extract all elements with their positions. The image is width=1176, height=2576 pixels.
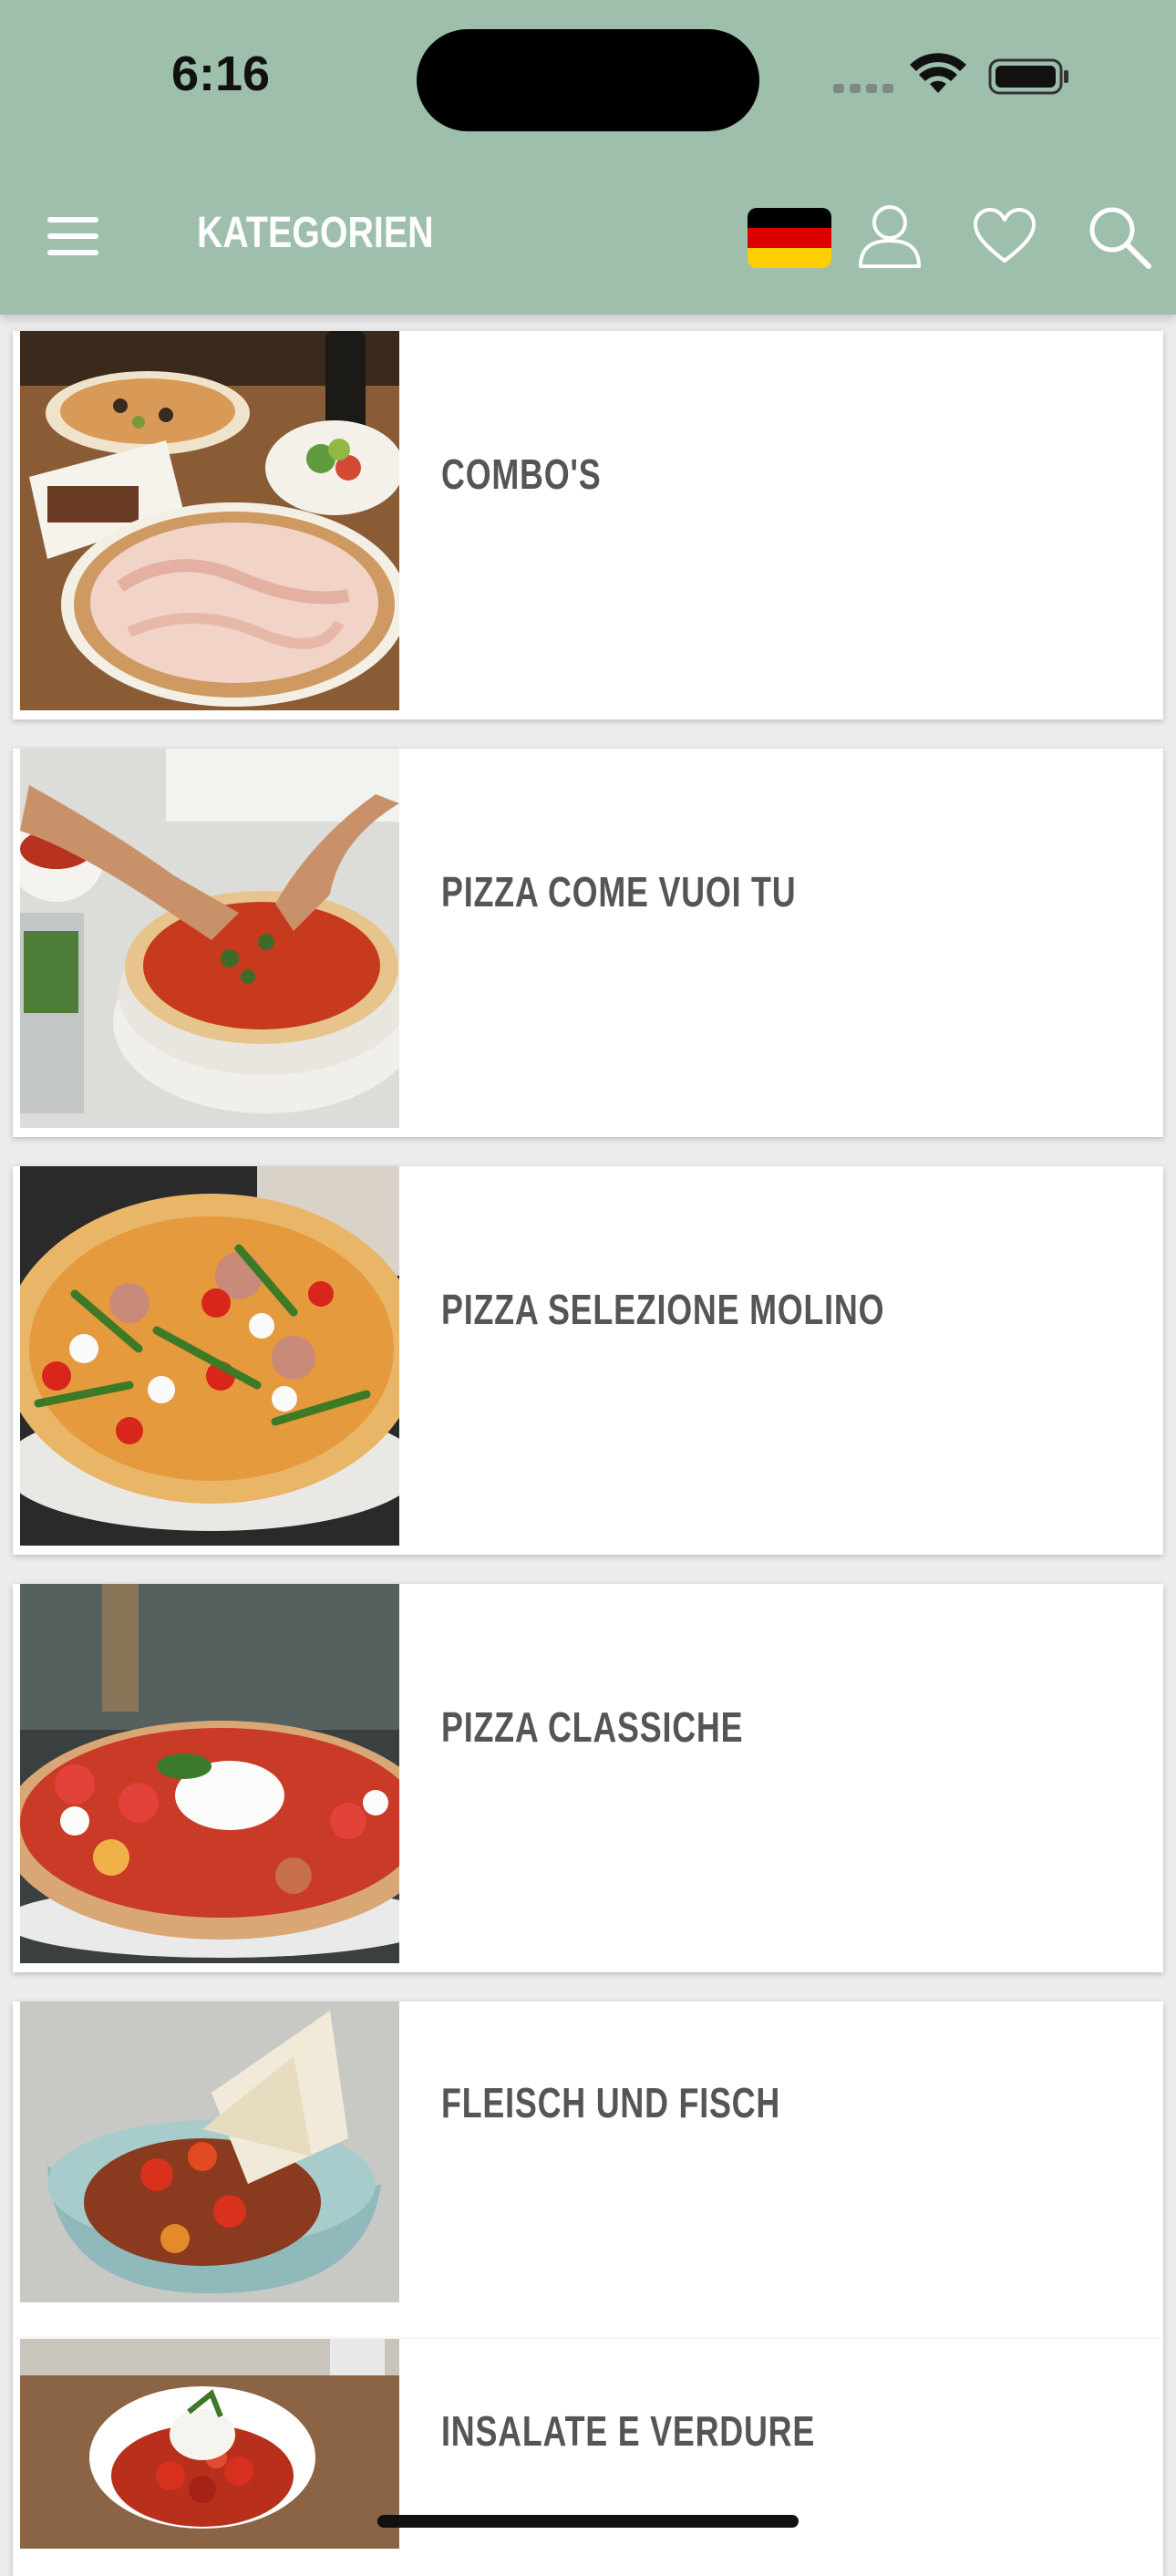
- home-indicator[interactable]: [377, 2515, 799, 2528]
- category-item-fleisch-und-fisch[interactable]: FLEISCH UND FISCH: [13, 2002, 1163, 2339]
- category-label: FLEISCH UND FISCH: [441, 2079, 781, 2126]
- category-item-pizza-come-vuoi-tu[interactable]: PIZZA COME VUOI TU: [13, 749, 1163, 1137]
- category-item-combos[interactable]: COMBO'S: [13, 331, 1163, 719]
- category-label: PIZZA SELEZIONE MOLINO: [441, 1286, 885, 1333]
- flag-stripe-red: [748, 228, 831, 248]
- category-image: [20, 1166, 399, 1546]
- dynamic-island: [417, 29, 759, 131]
- battery-icon: [988, 58, 1068, 95]
- category-item-pizza-classiche[interactable]: PIZZA CLASSICHE: [13, 1584, 1163, 1972]
- category-label: PIZZA COME VUOI TU: [441, 868, 797, 916]
- category-image: [20, 1584, 399, 1963]
- category-image: [20, 2339, 399, 2549]
- heart-favorites-icon[interactable]: [972, 202, 1037, 272]
- wifi-icon: [910, 53, 966, 93]
- category-label: COMBO'S: [441, 450, 602, 498]
- category-image: [20, 749, 399, 1128]
- flag-stripe-gold: [748, 248, 831, 268]
- category-item-pizza-selezione-molino[interactable]: PIZZA SELEZIONE MOLINO: [13, 1166, 1163, 1555]
- category-image: [20, 2002, 399, 2302]
- app-header: 6:16 KATEGORIEN: [0, 0, 1176, 315]
- page-title: KATEGORIEN: [197, 209, 434, 257]
- search-icon[interactable]: [1085, 202, 1154, 272]
- user-account-icon[interactable]: [857, 202, 923, 272]
- hamburger-menu-icon[interactable]: [47, 217, 102, 257]
- category-image: [20, 331, 399, 710]
- language-flag-germany[interactable]: [748, 208, 831, 268]
- flag-stripe-black: [748, 208, 831, 228]
- category-item-insalate-e-verdure[interactable]: INSALATE E VERDURE: [13, 2339, 1163, 2576]
- category-label: PIZZA CLASSICHE: [441, 1703, 744, 1751]
- category-label: INSALATE E VERDURE: [441, 2407, 816, 2455]
- status-time: 6:16: [171, 47, 271, 101]
